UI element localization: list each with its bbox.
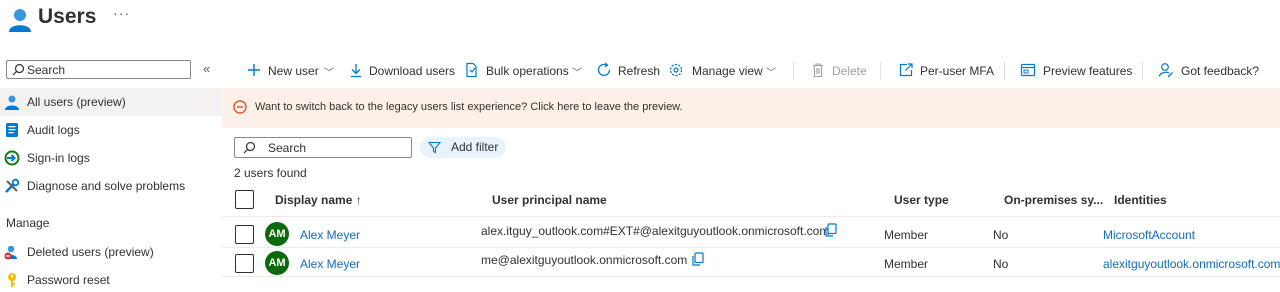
deleted-user-icon bbox=[4, 245, 17, 260]
row-divider bbox=[222, 216, 1280, 217]
sign-in-icon bbox=[4, 150, 20, 166]
refresh-label: Refresh bbox=[618, 64, 661, 78]
column-header-display-name[interactable]: Display name ↑ bbox=[275, 193, 362, 207]
chevron-down-icon: ﹀ bbox=[572, 68, 582, 79]
avatar: AM bbox=[265, 222, 289, 246]
row-checkbox[interactable] bbox=[235, 254, 254, 273]
page-title: Users bbox=[38, 5, 97, 28]
got-feedback-button[interactable]: Got feedback? bbox=[1158, 56, 1260, 84]
external-link-icon bbox=[899, 63, 913, 77]
wrench-icon bbox=[5, 178, 20, 193]
download-users-label: Download users bbox=[369, 64, 456, 78]
toolbar-divider bbox=[1142, 62, 1143, 80]
sidebar: Search « All users (preview) Audit logs … bbox=[0, 56, 222, 292]
sidebar-search-input[interactable]: Search bbox=[6, 60, 191, 79]
key-icon bbox=[8, 273, 16, 287]
chevron-down-icon: ﹀ bbox=[766, 68, 776, 79]
delete-label: Delete bbox=[832, 64, 867, 78]
sidebar-item-all-users[interactable]: All users (preview) bbox=[0, 88, 222, 116]
command-bar: New user ﹀ Download users Bulk operation… bbox=[222, 56, 1280, 84]
sidebar-item-diagnose[interactable]: Diagnose and solve problems bbox=[0, 172, 222, 200]
sidebar-item-label: Deleted users (preview) bbox=[27, 245, 154, 259]
collapse-sidebar-button[interactable]: « bbox=[203, 61, 210, 76]
column-header-identities[interactable]: Identities bbox=[1114, 193, 1167, 207]
results-count: 2 users found bbox=[234, 166, 307, 180]
column-header-user-type[interactable]: User type bbox=[894, 193, 949, 207]
search-input[interactable]: Search bbox=[234, 137, 412, 158]
trash-icon bbox=[813, 63, 823, 78]
refresh-button[interactable]: Refresh bbox=[596, 56, 662, 84]
sidebar-search-placeholder: Search bbox=[27, 63, 66, 77]
sidebar-item-label: Sign-in logs bbox=[27, 151, 90, 165]
filter-icon bbox=[428, 141, 441, 154]
refresh-icon bbox=[597, 62, 611, 76]
select-all-checkbox[interactable] bbox=[235, 190, 254, 209]
bulk-operations-icon bbox=[466, 62, 477, 78]
preview-features-button[interactable]: Preview features bbox=[1020, 56, 1133, 84]
row-divider bbox=[222, 276, 1280, 277]
download-users-button[interactable]: Download users bbox=[348, 56, 456, 84]
sidebar-item-sign-in-logs[interactable]: Sign-in logs bbox=[0, 144, 222, 172]
gear-icon bbox=[669, 63, 683, 77]
banner-text: Want to switch back to the legacy users … bbox=[255, 101, 683, 113]
user-type: Member bbox=[884, 257, 929, 271]
user-display-name-link[interactable]: Alex Meyer bbox=[300, 228, 360, 242]
identities-link[interactable]: alexitguyoutlook.onmicrosoft.com bbox=[1103, 257, 1280, 271]
new-user-button[interactable]: New user ﹀ bbox=[246, 56, 338, 84]
manage-view-label: Manage view bbox=[692, 64, 763, 78]
identities-link[interactable]: MicrosoftAccount bbox=[1103, 228, 1195, 242]
bulk-operations-button[interactable]: Bulk operations ﹀ bbox=[464, 56, 586, 84]
user-principal-name: me@alexitguyoutlook.onmicrosoft.com bbox=[481, 253, 688, 267]
sidebar-item-password-reset[interactable]: Password reset bbox=[0, 266, 222, 292]
sidebar-item-label: Password reset bbox=[27, 273, 110, 287]
per-user-mfa-label: Per-user MFA bbox=[920, 64, 995, 78]
sidebar-section-manage: Manage bbox=[6, 216, 50, 230]
sidebar-item-audit-logs[interactable]: Audit logs bbox=[0, 116, 222, 144]
sidebar-item-label: Audit logs bbox=[27, 123, 80, 137]
avatar: AM bbox=[265, 251, 289, 275]
user-display-name-link[interactable]: Alex Meyer bbox=[300, 257, 360, 271]
page-header: Users ··· bbox=[0, 0, 1280, 50]
manage-view-button[interactable]: Manage view ﹀ bbox=[668, 56, 780, 84]
toolbar-divider bbox=[793, 62, 794, 80]
search-icon bbox=[243, 141, 256, 154]
sidebar-item-label: All users (preview) bbox=[27, 95, 126, 109]
user-type: Member bbox=[884, 228, 929, 242]
column-header-upn[interactable]: User principal name bbox=[492, 193, 607, 207]
feedback-icon bbox=[1158, 63, 1173, 78]
user-principal-name: alex.itguy_outlook.com#EXT#@alexitguyout… bbox=[481, 224, 830, 238]
add-filter-label: Add filter bbox=[451, 140, 499, 154]
new-user-label: New user bbox=[268, 64, 319, 78]
toolbar-divider bbox=[880, 62, 881, 80]
sidebar-item-deleted-users[interactable]: Deleted users (preview) bbox=[0, 238, 222, 266]
users-icon bbox=[5, 95, 19, 110]
search-placeholder: Search bbox=[268, 141, 307, 155]
toolbar-divider bbox=[1004, 62, 1005, 80]
chevron-down-icon: ﹀ bbox=[324, 68, 334, 79]
plus-icon bbox=[248, 64, 260, 76]
preview-features-label: Preview features bbox=[1043, 64, 1133, 78]
copy-icon[interactable] bbox=[691, 252, 705, 266]
delete-button[interactable]: Delete bbox=[810, 56, 867, 84]
legacy-experience-banner[interactable]: Want to switch back to the legacy users … bbox=[222, 88, 1280, 128]
audit-log-icon bbox=[6, 123, 18, 137]
add-filter-button[interactable]: Add filter bbox=[420, 137, 506, 158]
sidebar-item-label: Diagnose and solve problems bbox=[27, 179, 186, 193]
got-feedback-label: Got feedback? bbox=[1181, 64, 1260, 78]
row-divider bbox=[222, 247, 1280, 248]
bulk-operations-label: Bulk operations bbox=[486, 64, 569, 78]
warning-circle-icon bbox=[233, 100, 247, 114]
search-icon bbox=[12, 63, 25, 76]
on-premises-sync: No bbox=[993, 228, 1009, 242]
users-icon bbox=[9, 9, 31, 32]
download-icon bbox=[351, 64, 361, 78]
copy-icon[interactable] bbox=[824, 223, 838, 237]
preview-features-icon bbox=[1020, 63, 1036, 77]
per-user-mfa-button[interactable]: Per-user MFA bbox=[898, 56, 994, 84]
column-header-on-premises[interactable]: On-premises sy... bbox=[1004, 193, 1103, 207]
more-options-button[interactable]: ··· bbox=[113, 5, 130, 21]
on-premises-sync: No bbox=[993, 257, 1009, 271]
row-checkbox[interactable] bbox=[235, 225, 254, 244]
